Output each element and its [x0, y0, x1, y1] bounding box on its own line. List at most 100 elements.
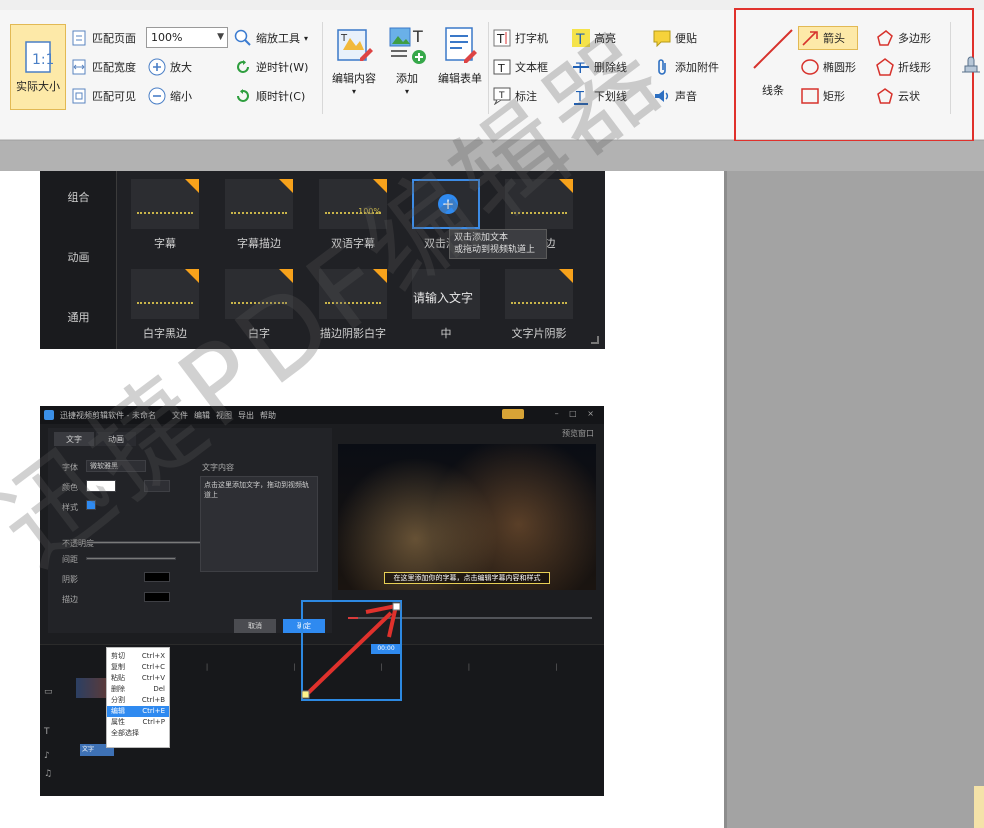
arrow-icon [801, 29, 819, 47]
size-stepper[interactable] [144, 480, 170, 492]
zoom-level-select[interactable]: 100% ▼ [146, 27, 228, 48]
sidebar-item-combo[interactable]: 组合 [40, 189, 117, 205]
add-caret-icon: ▾ [404, 87, 409, 96]
template-tile[interactable] [225, 179, 293, 229]
polyline-shape-button[interactable]: 折线形 [876, 58, 931, 76]
prop-label-stroke: 描边 [62, 595, 78, 604]
cloud-shape-button[interactable]: 云状 [876, 87, 920, 105]
fit-visible-icon [70, 87, 88, 105]
fit-width-button[interactable]: 匹配宽度 [70, 58, 136, 76]
annotation-selection-box[interactable] [301, 600, 402, 701]
bold-toggle[interactable] [86, 500, 96, 510]
tab-text[interactable]: 文字 [54, 432, 94, 446]
template-tile-label: 字幕描边 [237, 237, 281, 250]
window-controls[interactable]: – □ × [555, 409, 598, 418]
context-menu-item[interactable]: 属性 Ctrl+P [107, 717, 169, 728]
edit-content-label: 编辑内容 [332, 72, 376, 85]
edit-form-button[interactable]: 编辑表单 [434, 24, 486, 86]
context-menu-item[interactable]: 粘贴 Ctrl+V [107, 673, 169, 684]
text-content-input[interactable]: 点击这里添加文字，拖动到视频轨道上 [200, 476, 318, 572]
sound-label: 声音 [675, 90, 697, 103]
menu-item[interactable]: 编辑 [194, 410, 210, 421]
zoom-in-button[interactable]: 放大 [148, 58, 192, 76]
attach-file-label: 添加附件 [675, 61, 719, 74]
color-swatch[interactable] [86, 480, 116, 492]
stamp-icon[interactable] [958, 52, 984, 78]
sidebar-item-general[interactable]: 通用 [40, 309, 117, 325]
zoom-tool-button[interactable]: 缩放工具 ▾ [234, 29, 308, 47]
template-tile[interactable] [505, 179, 573, 229]
sticky-note-label: 便贴 [675, 32, 697, 45]
shadow-color[interactable] [144, 572, 170, 582]
font-select[interactable]: 微软雅黑 [86, 460, 146, 472]
stroke-color[interactable] [144, 592, 170, 602]
template-tile[interactable]: 100% [319, 179, 387, 229]
opacity-slider[interactable] [86, 541, 206, 544]
ribbon-toolbar: 1:1 实际大小 匹配页面 匹配宽度 匹配可见 100% ▼ 放大 缩小 缩放工… [0, 0, 984, 142]
menu-item[interactable]: 视图 [216, 410, 232, 421]
add-plus-icon[interactable]: + [438, 194, 458, 214]
rectangle-shape-button[interactable]: 矩形 [801, 87, 845, 105]
video-clip[interactable] [76, 678, 106, 698]
actual-size-label: 实际大小 [16, 80, 60, 93]
typewriter-button[interactable]: T 打字机 [493, 29, 548, 47]
callout-button[interactable]: T 标注 [493, 87, 537, 105]
resize-grip-icon[interactable] [591, 336, 599, 344]
typewriter-icon: T [493, 29, 511, 47]
polygon-shape-button[interactable]: 多边形 [876, 29, 931, 47]
tile-preview-line [137, 302, 193, 304]
textbox-button[interactable]: T 文本框 [493, 58, 548, 76]
template-tile[interactable] [131, 269, 199, 319]
template-sidebar: 组合 动画 通用 [40, 171, 117, 349]
edit-content-button[interactable]: T 编辑内容 ▾ [326, 24, 382, 96]
premium-flag-icon [279, 179, 293, 193]
page-corner-tab [974, 786, 984, 828]
workspace-margin [724, 171, 984, 828]
cancel-button[interactable]: 取消 [234, 619, 276, 633]
underline-button[interactable]: T 下划线 [572, 87, 627, 105]
context-menu-item-active[interactable]: 编辑 Ctrl+E [107, 706, 169, 717]
video-track-icon[interactable]: ▭ [44, 687, 74, 697]
prop-label-shadow: 阴影 [62, 575, 78, 584]
subtitle-caption[interactable]: 在这里添加你的字幕，点击编辑字幕内容和样式 [384, 572, 550, 584]
template-tile[interactable] [225, 269, 293, 319]
template-tile-selected[interactable]: + [412, 179, 480, 229]
line-button[interactable]: 线条 [748, 26, 798, 98]
menu-item[interactable]: 帮助 [260, 410, 276, 421]
zoom-out-button[interactable]: 缩小 [148, 87, 192, 105]
audio-track-icon[interactable]: ♫ [44, 769, 74, 779]
text-track-icon[interactable]: T [44, 727, 74, 737]
attach-file-button[interactable]: 添加附件 [653, 58, 719, 76]
pentagon-icon [876, 58, 894, 76]
rotate-right-button[interactable]: 顺时针(C) [234, 87, 305, 105]
fit-page-button[interactable]: 匹配页面 [70, 29, 136, 47]
actual-size-button[interactable]: 1:1 实际大小 [10, 24, 66, 110]
highlight-button[interactable]: T 高亮 [572, 29, 616, 47]
music-track-icon[interactable]: ♪ [44, 751, 74, 761]
ellipse-shape-button[interactable]: 椭圆形 [801, 58, 856, 76]
rotate-left-button[interactable]: 逆时针(W) [234, 58, 308, 76]
context-menu-item[interactable]: 删除 Del [107, 684, 169, 695]
add-button[interactable]: T 添加 ▾ [384, 24, 430, 96]
sticky-note-button[interactable]: 便贴 [653, 29, 697, 47]
arrow-shape-button[interactable]: 箭头 [801, 29, 845, 47]
template-tile[interactable] [319, 269, 387, 319]
menu-item[interactable]: 导出 [238, 410, 254, 421]
chevron-down-icon[interactable]: ▼ [217, 32, 224, 42]
template-tile[interactable] [131, 179, 199, 229]
sidebar-item-animation[interactable]: 动画 [40, 249, 117, 265]
context-menu-item[interactable]: 全部选择 [107, 728, 169, 739]
menu-item[interactable]: 文件 [172, 410, 188, 421]
cloud-label: 云状 [898, 90, 920, 103]
upgrade-badge[interactable] [502, 409, 524, 419]
strikethrough-button[interactable]: T 删除线 [572, 58, 627, 76]
spacing-slider[interactable] [86, 557, 176, 560]
highlight-label: 高亮 [594, 32, 616, 45]
fit-visible-button[interactable]: 匹配可见 [70, 87, 136, 105]
context-menu-item[interactable]: 分割 Ctrl+B [107, 695, 169, 706]
context-menu-item[interactable]: 剪切 Ctrl+X [107, 651, 169, 662]
sound-button[interactable]: 声音 [653, 87, 697, 105]
context-menu-item[interactable]: 复制 Ctrl+C [107, 662, 169, 673]
tab-animation[interactable]: 动画 [96, 432, 136, 446]
template-tile[interactable] [505, 269, 573, 319]
